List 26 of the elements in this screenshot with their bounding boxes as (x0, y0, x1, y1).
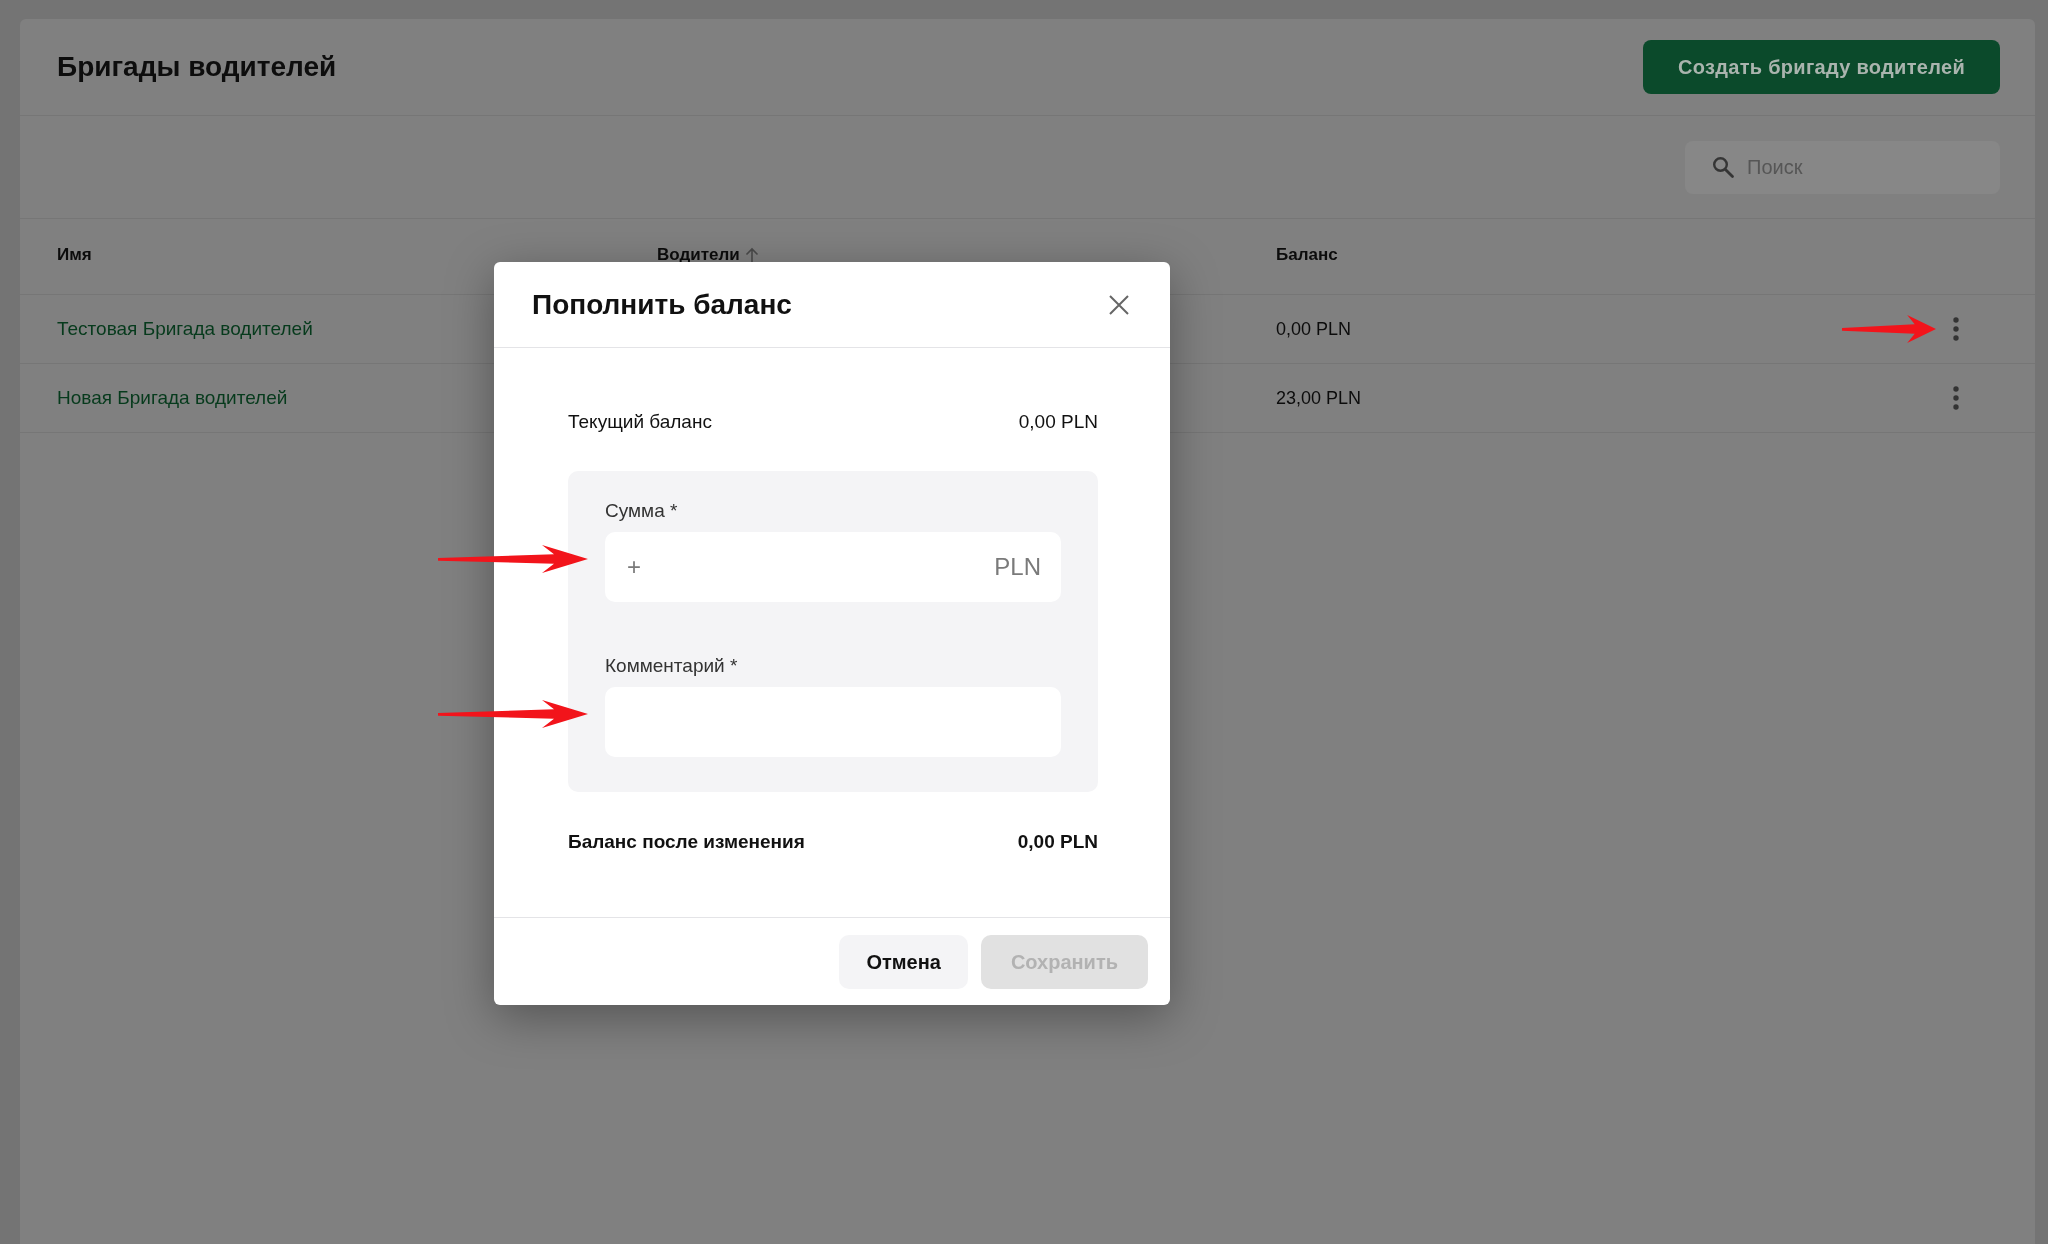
current-balance-label: Текущий баланс (568, 411, 712, 433)
column-header: Имя (57, 244, 92, 265)
more-icon[interactable] (1953, 386, 1959, 410)
page-title: Бригады водителей (57, 51, 337, 83)
dialog-title: Пополнить баланс (532, 288, 792, 321)
column-header: Баланс (1276, 244, 1338, 265)
cancel-button[interactable]: Отмена (839, 935, 968, 989)
amount-field[interactable]: + PLN (605, 532, 1061, 602)
currency-suffix: PLN (994, 553, 1041, 581)
plus-prefix: + (627, 553, 641, 581)
create-team-button[interactable]: Создать бригаду водителей (1643, 40, 2000, 94)
balance-cell: 0,00 PLN (1276, 318, 1352, 340)
arrow-up-icon[interactable] (743, 246, 760, 263)
more-icon[interactable] (1953, 317, 1959, 341)
close-button[interactable] (1109, 294, 1129, 315)
team-name-link[interactable]: Новая Бригада водителей (57, 387, 288, 409)
field-label: Сумма * (605, 499, 678, 523)
new-balance-label: Баланс после изменения (568, 831, 805, 853)
team-name-link[interactable]: Тестовая Бригада водителей (57, 318, 313, 340)
column-header: Водители (657, 244, 740, 265)
new-balance-value: 0,00 PLN (1017, 831, 1098, 853)
search-icon (1711, 155, 1735, 179)
current-balance-value: 0,00 PLN (1018, 411, 1098, 433)
balance-cell: 23,00 PLN (1276, 387, 1362, 409)
field-label: Комментарий * (605, 654, 738, 678)
close-icon (1109, 294, 1129, 315)
